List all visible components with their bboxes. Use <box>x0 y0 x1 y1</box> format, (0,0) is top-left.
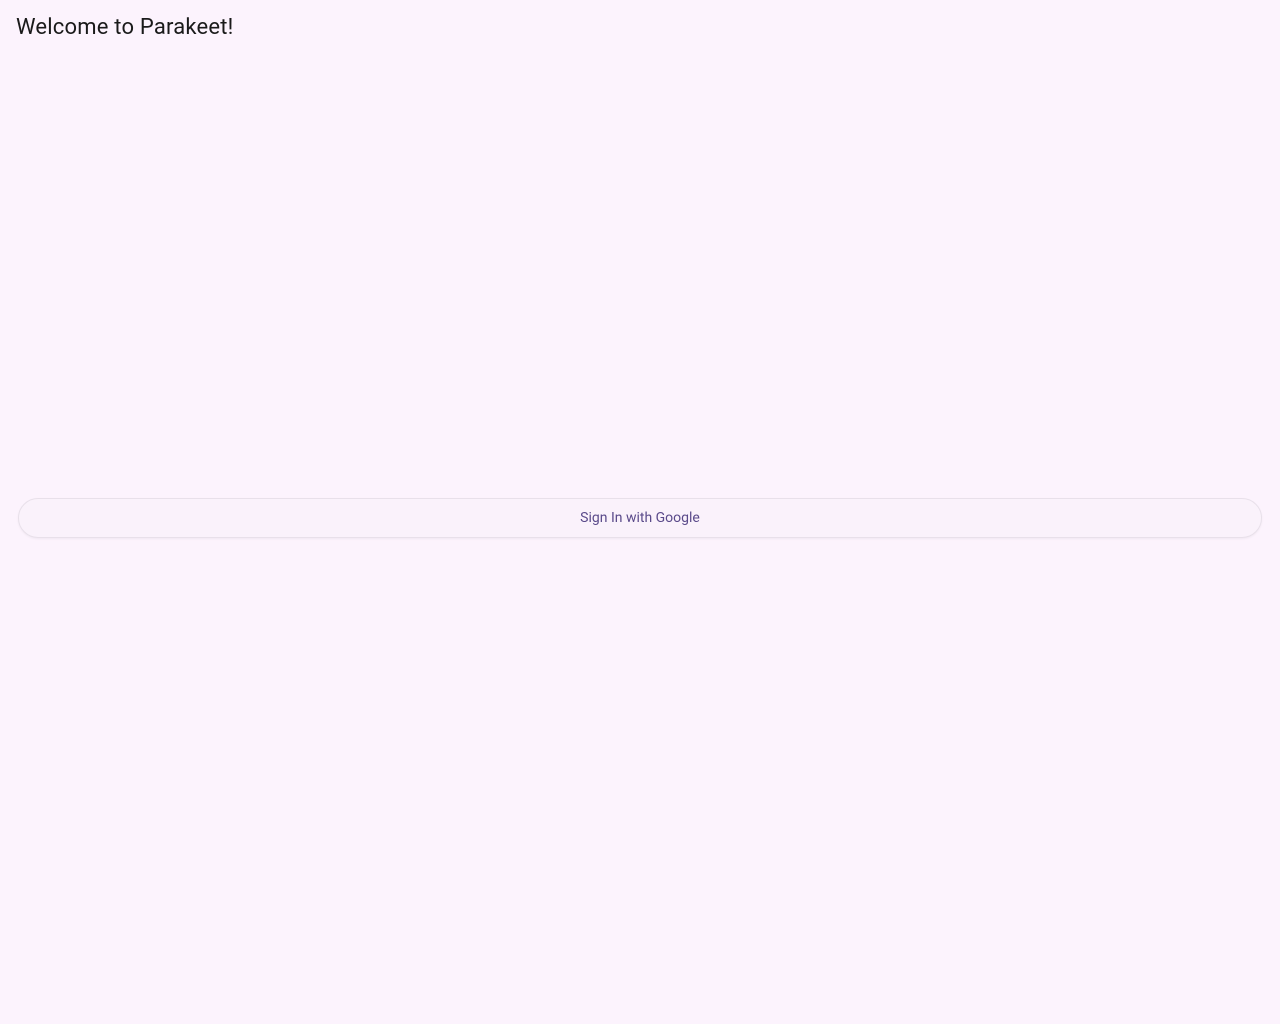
sign-in-google-button[interactable]: Sign In with Google <box>18 498 1262 538</box>
welcome-heading: Welcome to Parakeet! <box>0 0 1280 55</box>
sign-in-container: Sign In with Google <box>18 498 1262 538</box>
